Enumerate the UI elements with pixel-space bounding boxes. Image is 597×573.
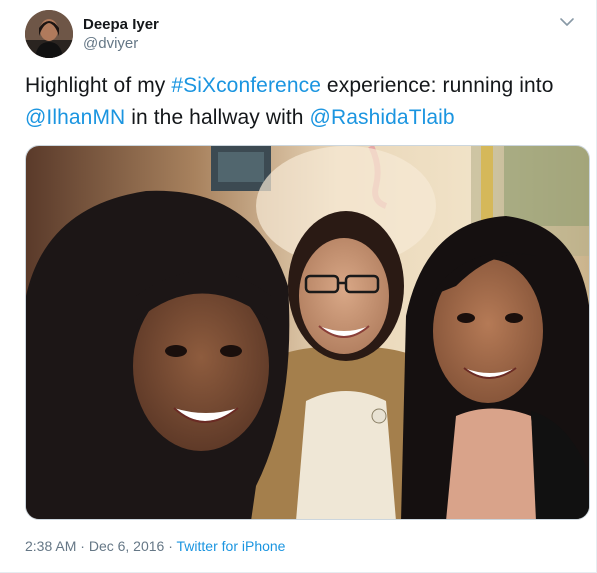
tweet-source-link[interactable]: Twitter for iPhone [177,538,286,554]
tweet-card: Deepa Iyer @dviyer Highlight of my #SiXc… [0,0,597,573]
tweet-text-segment: in the hallway with [125,106,310,129]
user-handle[interactable]: @dviyer [83,34,159,53]
footer-separator: · [76,538,89,554]
tweet-date[interactable]: Dec 6, 2016 [89,538,165,554]
user-info: Deepa Iyer @dviyer [83,15,159,53]
mention-link-ilhan[interactable]: @IlhanMN [25,106,125,129]
tweet-text-segment: Highlight of my [25,74,172,97]
tweet-footer: 2:38 AM · Dec 6, 2016 · Twitter for iPho… [25,537,285,555]
tweet-photo[interactable] [25,145,590,520]
footer-separator: · [164,538,177,554]
hashtag-link[interactable]: #SiXconference [171,74,321,97]
tweet-time[interactable]: 2:38 AM [25,538,76,554]
tweet-text: Highlight of my #SiXconference experienc… [25,70,585,134]
display-name[interactable]: Deepa Iyer [83,15,159,34]
tweet-text-segment: experience: running into [321,74,554,97]
chevron-down-icon[interactable] [557,12,577,32]
avatar[interactable] [25,10,73,58]
tweet-header: Deepa Iyer @dviyer [25,10,585,60]
mention-link-rashida[interactable]: @RashidaTlaib [310,106,455,129]
